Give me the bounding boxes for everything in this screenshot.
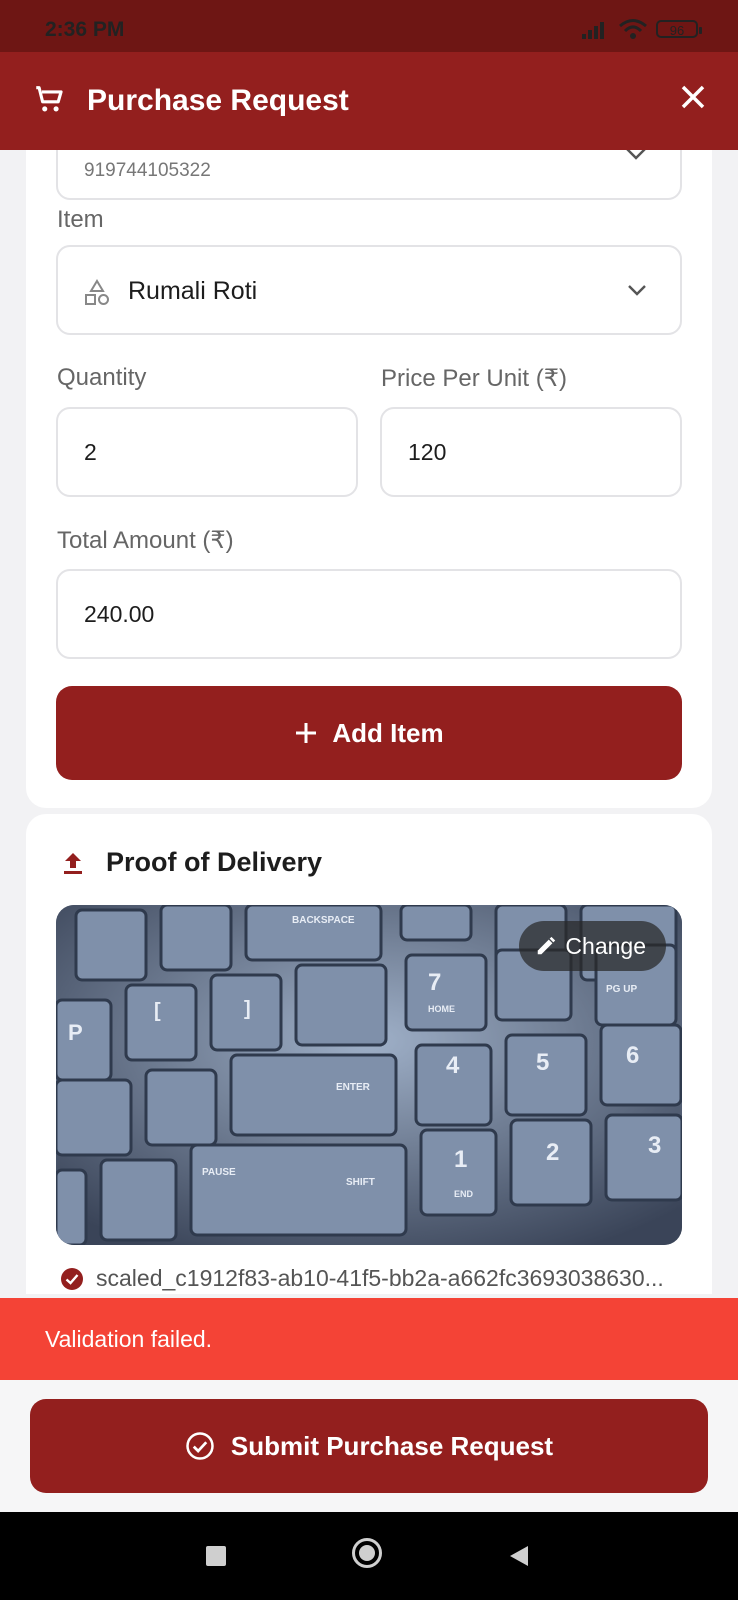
snackbar-message: Validation failed. — [45, 1326, 213, 1352]
price-input[interactable]: 120 — [380, 407, 682, 497]
cart-icon — [36, 86, 63, 112]
change-label: Change — [565, 932, 646, 959]
svg-text:2: 2 — [546, 1139, 559, 1166]
phone-value: 919744105322 — [84, 160, 211, 181]
shapes-icon — [85, 279, 109, 305]
check-circle-icon — [61, 1267, 83, 1290]
svg-text:5: 5 — [536, 1049, 549, 1076]
status-bar: 2:36 PM 96 — [0, 0, 738, 52]
svg-text:HOME: HOME — [428, 1004, 455, 1014]
add-item-button[interactable]: Add Item — [56, 686, 682, 780]
svg-text:4: 4 — [446, 1052, 460, 1079]
plus-icon — [296, 723, 317, 743]
total-amount-field: 240.00 — [56, 569, 682, 659]
svg-text:P: P — [68, 1020, 83, 1045]
quantity-input[interactable]: 2 — [56, 407, 358, 497]
wifi-icon — [619, 19, 647, 39]
back-button[interactable] — [508, 1544, 530, 1568]
svg-text:PAUSE: PAUSE — [202, 1167, 236, 1178]
svg-text:6: 6 — [626, 1042, 639, 1069]
svg-text:3: 3 — [648, 1132, 661, 1159]
home-dot — [359, 1545, 375, 1561]
svg-text:[: [ — [154, 1000, 161, 1022]
svg-text:]: ] — [244, 998, 251, 1020]
add-item-label: Add Item — [332, 717, 444, 748]
file-name: scaled_c1912f83-ab10-41f5-bb2a-a662fc369… — [96, 1265, 664, 1291]
quantity-value: 2 — [84, 439, 97, 465]
battery-icon: 96 — [656, 20, 702, 38]
quantity-label: Quantity — [57, 364, 147, 391]
proof-title: Proof of Delivery — [106, 847, 323, 877]
edit-icon — [538, 936, 556, 955]
system-nav-bar — [0, 1512, 738, 1600]
svg-text:END: END — [454, 1189, 474, 1199]
battery-level: 96 — [669, 23, 685, 38]
delivery-photo: P [ ] BACKSPACE 7 HOME 5 6 ENTER 4 PAUSE… — [56, 905, 682, 1245]
total-label: Total Amount (₹) — [57, 527, 234, 554]
svg-text:SHIFT: SHIFT — [346, 1177, 375, 1188]
check-circle-outline-icon — [186, 1432, 214, 1460]
svg-text:1: 1 — [454, 1146, 467, 1173]
signal-icon — [582, 22, 604, 39]
upload-icon — [64, 853, 82, 874]
app-bar-overlay: Purchase Request — [0, 52, 738, 150]
home-button[interactable] — [352, 1538, 382, 1568]
total-value: 240.00 — [84, 601, 155, 627]
price-value: 120 — [408, 439, 447, 465]
svg-text:BACKSPACE: BACKSPACE — [292, 915, 355, 926]
change-photo-button[interactable]: Change — [519, 921, 666, 971]
chevron-down-icon — [628, 285, 646, 296]
item-select[interactable]: Rumali Roti — [56, 245, 682, 335]
status-icons: 96 — [582, 18, 702, 40]
svg-text:7: 7 — [428, 969, 441, 996]
price-label: Price Per Unit (₹) — [381, 365, 567, 392]
svg-text:ENTER: ENTER — [336, 1082, 371, 1093]
close-icon[interactable] — [678, 82, 708, 112]
submit-label: Submit Purchase Request — [230, 1430, 554, 1461]
page-title: Purchase Request — [87, 84, 349, 117]
uploaded-file: scaled_c1912f83-ab10-41f5-bb2a-a662fc369… — [60, 1265, 664, 1292]
recents-button[interactable] — [206, 1546, 226, 1566]
status-time: 2:36 PM — [45, 18, 125, 41]
submit-button[interactable]: Submit Purchase Request — [30, 1399, 708, 1493]
error-snackbar: Validation failed. — [0, 1298, 738, 1380]
item-label: Item — [57, 206, 104, 233]
svg-text:PG UP: PG UP — [606, 984, 637, 995]
item-value: Rumali Roti — [128, 277, 258, 305]
